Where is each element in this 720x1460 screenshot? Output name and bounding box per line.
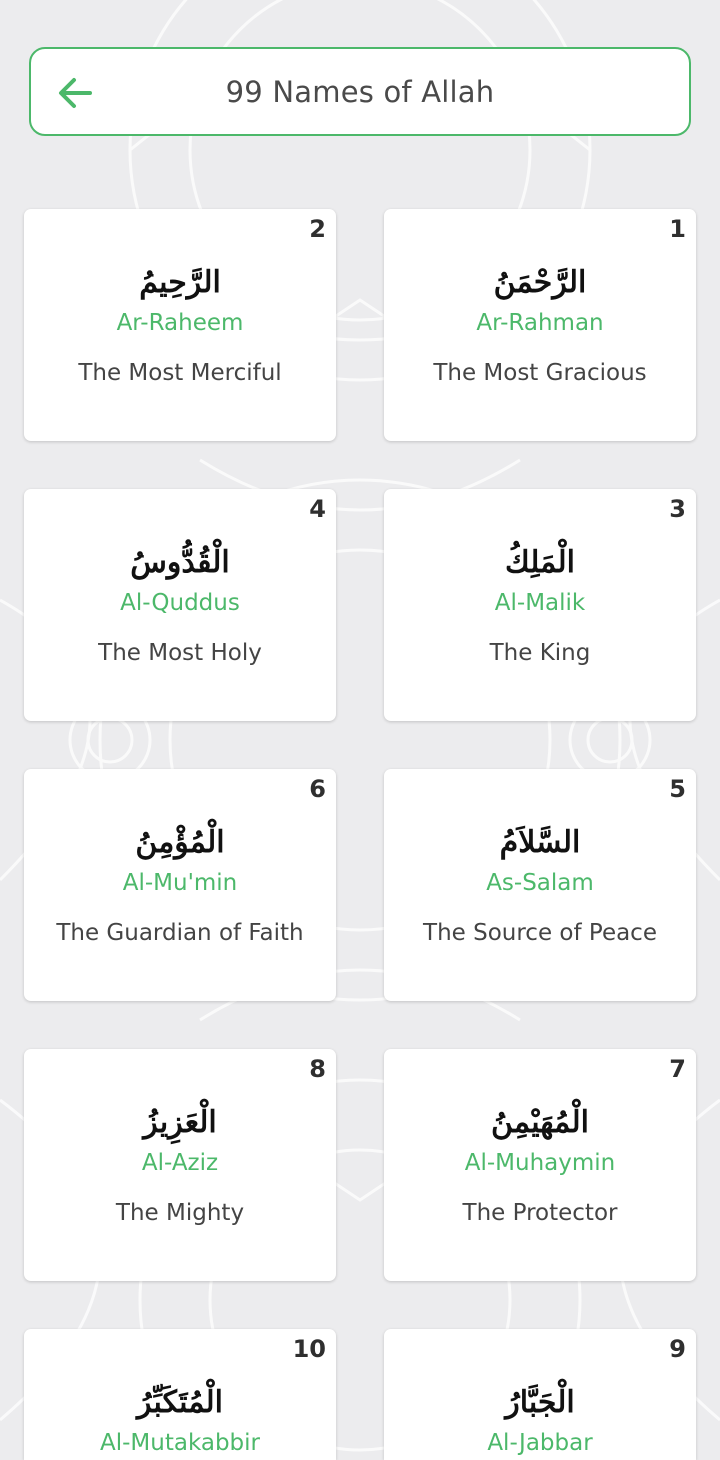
meaning: The Most Holy <box>98 640 262 666</box>
meaning: The King <box>489 640 591 666</box>
name-card-10[interactable]: 10 الْمُتَكَبِّرُ Al-Mutakabbir <box>24 1329 336 1460</box>
transliteration: As-Salam <box>486 870 594 896</box>
arabic-name: السَّلاَمُ <box>499 825 581 860</box>
name-card-5[interactable]: 5 السَّلاَمُ As-Salam The Source of Peac… <box>384 769 696 1001</box>
name-number: 7 <box>669 1055 686 1083</box>
transliteration: Al-Malik <box>494 590 586 616</box>
meaning: The Guardian of Faith <box>56 920 304 946</box>
name-card-1[interactable]: 1 الرَّحْمَنُ Ar-Rahman The Most Graciou… <box>384 209 696 441</box>
arabic-name: الْمُؤْمِنُ <box>135 825 225 860</box>
name-card-8[interactable]: 8 الْعَزِيزُ Al-Aziz The Mighty <box>24 1049 336 1281</box>
name-number: 6 <box>309 775 326 803</box>
name-number: 2 <box>309 215 326 243</box>
transliteration: Ar-Raheem <box>116 310 244 336</box>
name-card-6[interactable]: 6 الْمُؤْمِنُ Al-Mu'min The Guardian of … <box>24 769 336 1001</box>
meaning: The Protector <box>462 1200 618 1226</box>
name-card-7[interactable]: 7 الْمُهَيْمِنُ Al-Muhaymin The Protecto… <box>384 1049 696 1281</box>
meaning: The Mighty <box>115 1200 245 1226</box>
name-number: 1 <box>669 215 686 243</box>
name-card-4[interactable]: 4 الْقُدُّوسُ Al-Quddus The Most Holy <box>24 489 336 721</box>
name-number: 8 <box>309 1055 326 1083</box>
arabic-name: الْقُدُّوسُ <box>130 545 230 580</box>
name-number: 9 <box>669 1335 686 1363</box>
name-number: 3 <box>669 495 686 523</box>
meaning: The Most Merciful <box>78 360 282 386</box>
transliteration: Al-Muhaymin <box>464 1150 616 1176</box>
arabic-name: الْمَلِكُ <box>504 545 576 580</box>
arabic-name: الْمُهَيْمِنُ <box>491 1105 589 1140</box>
transliteration: Al-Mu'min <box>122 870 238 896</box>
name-card-9[interactable]: 9 الْجَبَّارُ Al-Jabbar <box>384 1329 696 1460</box>
transliteration: Ar-Rahman <box>476 310 604 336</box>
name-card-3[interactable]: 3 الْمَلِكُ Al-Malik The King <box>384 489 696 721</box>
name-card-2[interactable]: 2 الرَّحِيمُ Ar-Raheem The Most Merciful <box>24 209 336 441</box>
names-grid: 2 الرَّحِيمُ Ar-Raheem The Most Merciful… <box>0 0 720 1460</box>
arabic-name: الرَّحِيمُ <box>139 265 221 300</box>
arabic-name: الرَّحْمَنُ <box>493 265 587 300</box>
arabic-name: الْعَزِيزُ <box>143 1105 217 1140</box>
meaning: The Source of Peace <box>423 920 657 946</box>
name-number: 4 <box>309 495 326 523</box>
name-number: 10 <box>292 1335 326 1363</box>
arabic-name: الْجَبَّارُ <box>505 1385 575 1420</box>
transliteration: Al-Quddus <box>120 590 240 616</box>
meaning: The Most Gracious <box>433 360 647 386</box>
transliteration: Al-Aziz <box>141 1150 219 1176</box>
transliteration: Al-Jabbar <box>487 1430 593 1456</box>
transliteration: Al-Mutakabbir <box>99 1430 260 1456</box>
name-number: 5 <box>669 775 686 803</box>
arabic-name: الْمُتَكَبِّرُ <box>136 1385 224 1420</box>
